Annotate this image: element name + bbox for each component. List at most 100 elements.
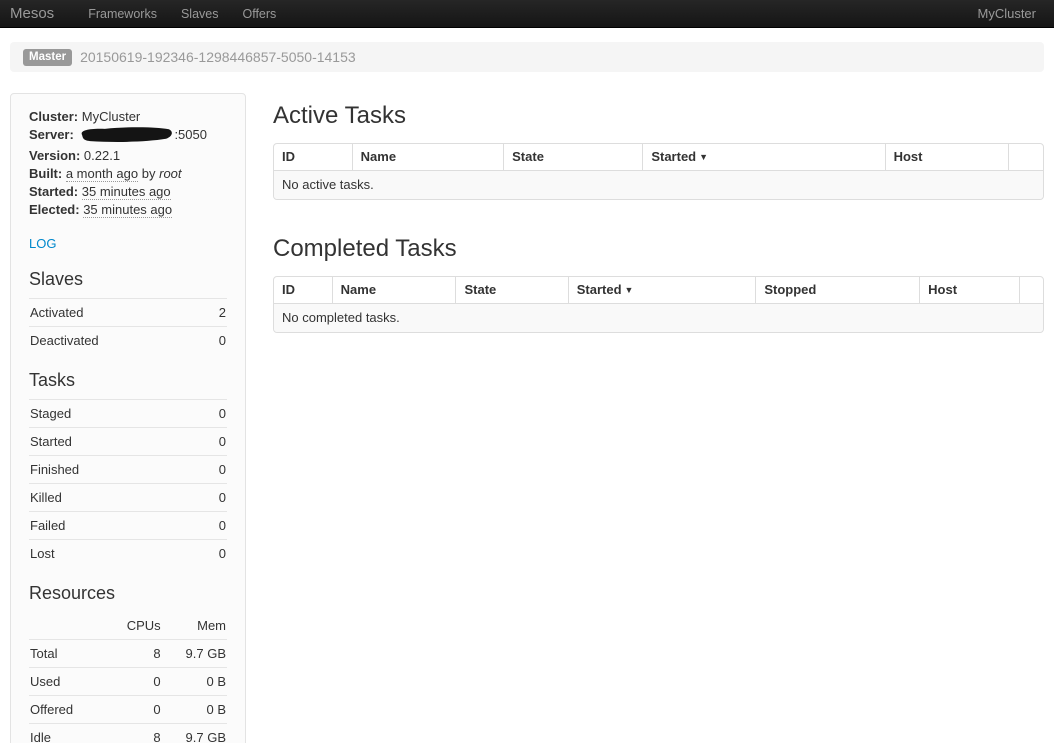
master-id-text: 20150619-192346-1298446857-5050-14153 [80,49,356,65]
table-row: Staged 0 [29,400,227,428]
resources-section-title: Resources [29,582,227,604]
column-header-extra [1019,277,1043,304]
column-header-id[interactable]: ID [274,277,332,304]
resources-empty-header [29,612,108,640]
elected-info-line: Elected: 35 minutes ago [29,201,227,219]
column-header-state[interactable]: State [503,144,642,171]
sort-desc-icon: ▼ [699,152,708,162]
table-row: Offered 0 0 B [29,696,227,724]
table-row: CPUs Mem [29,612,227,640]
stat-value: 0 [108,696,161,724]
top-navbar: Mesos Frameworks Slaves Offers MyCluster [0,0,1054,28]
stat-label: Lost [29,540,197,568]
cluster-name-label: MyCluster [977,6,1036,21]
column-header-name[interactable]: Name [332,277,456,304]
cluster-info-line: Cluster: MyCluster [29,108,227,126]
empty-state-row: No active tasks. [274,171,1043,199]
breadcrumb: Master 20150619-192346-1298446857-5050-1… [10,42,1044,72]
active-tasks-title: Active Tasks [273,101,1044,131]
stat-label: Used [29,668,108,696]
empty-state-row: No completed tasks. [274,304,1043,332]
completed-tasks-title: Completed Tasks [273,234,1044,264]
started-value: 35 minutes ago [82,184,171,200]
empty-state-message: No completed tasks. [274,304,1043,332]
main-content: Active Tasks ID Name State Started▼ Host… [273,93,1044,333]
stat-value: 0 [204,327,227,355]
built-label: Built: [29,166,62,181]
stat-value: 0 [108,668,161,696]
stat-value: 0 B [162,668,227,696]
stat-value: 0 [197,428,227,456]
server-port: :5050 [174,127,207,142]
stat-value: 9.7 GB [162,724,227,743]
master-badge: Master [23,49,72,66]
stat-value: 0 [197,484,227,512]
started-info-line: Started: 35 minutes ago [29,183,227,201]
table-row: Killed 0 [29,484,227,512]
stat-label: Idle [29,724,108,743]
slaves-stats-table: Activated 2 Deactivated 0 [29,298,227,354]
server-info-line: Server: :5050 [29,126,227,147]
column-header-started-label: Started [651,149,696,164]
nav-item-offers[interactable]: Offers [230,0,288,28]
table-row: Failed 0 [29,512,227,540]
column-header-started[interactable]: Started▼ [568,277,756,304]
column-header-name[interactable]: Name [352,144,503,171]
column-header-state[interactable]: State [455,277,567,304]
built-info-line: Built: a month ago by root [29,165,227,183]
table-row: Finished 0 [29,456,227,484]
column-header-extra [1008,144,1043,171]
stat-value: 0 [197,456,227,484]
version-value: 0.22.1 [84,148,120,163]
table-row: Used 0 0 B [29,668,227,696]
table-row: Total 8 9.7 GB [29,640,227,668]
active-tasks-table: ID Name State Started▼ Host No active ta… [273,143,1044,200]
stat-label: Finished [29,456,197,484]
resources-cpus-header: CPUs [108,612,161,640]
stat-value: 0 [197,540,227,568]
version-info-line: Version: 0.22.1 [29,147,227,165]
column-header-started[interactable]: Started▼ [642,144,884,171]
column-header-host[interactable]: Host [919,277,1019,304]
table-row: Idle 8 9.7 GB [29,724,227,743]
sidebar-panel: Cluster: MyCluster Server: :5050 Version… [10,93,246,743]
empty-state-message: No active tasks. [274,171,1043,199]
built-by-word: by [142,166,156,181]
cluster-label: Cluster: [29,109,78,124]
nav-item-frameworks[interactable]: Frameworks [76,0,169,28]
built-user: root [159,166,181,181]
stat-label: Failed [29,512,197,540]
sort-desc-icon: ▼ [625,285,634,295]
table-row: Started 0 [29,428,227,456]
log-link[interactable]: LOG [29,236,56,251]
stat-label: Deactivated [29,327,204,355]
completed-tasks-table: ID Name State Started▼ Stopped Host No c… [273,276,1044,333]
brand-link-mesos[interactable]: Mesos [10,5,54,22]
table-header-row: ID Name State Started▼ Host [274,144,1043,171]
stat-label: Total [29,640,108,668]
table-header-row: ID Name State Started▼ Stopped Host [274,277,1043,304]
table-row: Lost 0 [29,540,227,568]
elected-label: Elected: [29,202,80,217]
stat-value: 2 [204,299,227,327]
slaves-section-title: Slaves [29,268,227,290]
column-header-host[interactable]: Host [885,144,1009,171]
resources-mem-header: Mem [162,612,227,640]
stat-label: Activated [29,299,204,327]
nav-item-slaves[interactable]: Slaves [169,0,231,28]
resources-table: CPUs Mem Total 8 9.7 GB Used 0 0 B Offer… [29,612,227,743]
built-value: a month ago [66,166,138,182]
cluster-value: MyCluster [82,109,141,124]
stat-label: Offered [29,696,108,724]
column-header-stopped[interactable]: Stopped [755,277,919,304]
stat-value: 8 [108,640,161,668]
stat-label: Killed [29,484,197,512]
table-row: Activated 2 [29,299,227,327]
stat-value: 0 [197,400,227,428]
stat-value: 9.7 GB [162,640,227,668]
column-header-started-label: Started [577,282,622,297]
tasks-stats-table: Staged 0 Started 0 Finished 0 Killed 0 F… [29,399,227,567]
column-header-id[interactable]: ID [274,144,352,171]
stat-label: Started [29,428,197,456]
stat-value: 8 [108,724,161,743]
